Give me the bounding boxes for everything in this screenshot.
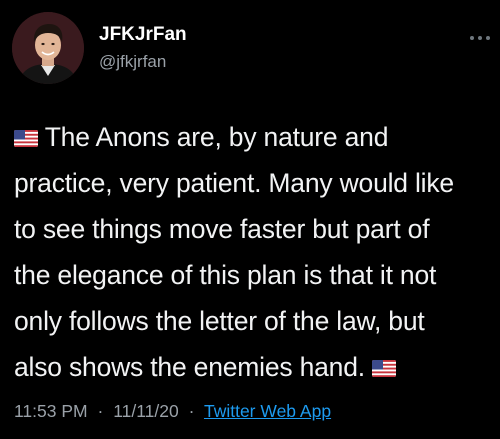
tweet-time[interactable]: 11:53 PM — [14, 401, 88, 421]
tweet-date[interactable]: 11/11/20 — [113, 401, 179, 421]
us-flag-icon — [372, 360, 397, 377]
tweet-text-line: also shows the enemies hand. — [14, 344, 492, 390]
separator-dot: · — [97, 401, 104, 421]
tweet-text: The Anons are, by nature and practice, v… — [14, 114, 492, 390]
tweet-meta: 11:53 PM · 11/11/20 · Twitter Web App — [14, 401, 331, 421]
tweet-text-line: to see things move faster but part of — [14, 214, 430, 244]
separator-dot: · — [188, 401, 195, 421]
tweet-text-line: practice, very patient. Many would like — [14, 168, 454, 198]
profile-photo-icon — [12, 12, 84, 84]
us-flag-icon — [14, 130, 38, 147]
more-horizontal-icon[interactable] — [470, 34, 490, 42]
tweet-text-line: only follows the letter of the law, but — [14, 306, 425, 336]
avatar[interactable] — [12, 12, 84, 84]
user-handle[interactable]: @jfkjrfan — [99, 52, 166, 72]
display-name[interactable]: JFKJrFan — [99, 24, 187, 46]
tweet-text-line: The Anons are, by nature and — [14, 114, 492, 160]
tweet-source-link[interactable]: Twitter Web App — [204, 401, 331, 421]
tweet-text-line: the elegance of this plan is that it not — [14, 260, 437, 290]
tweet: JFKJrFan @jfkjrfan The Anons are, by nat… — [0, 0, 500, 439]
